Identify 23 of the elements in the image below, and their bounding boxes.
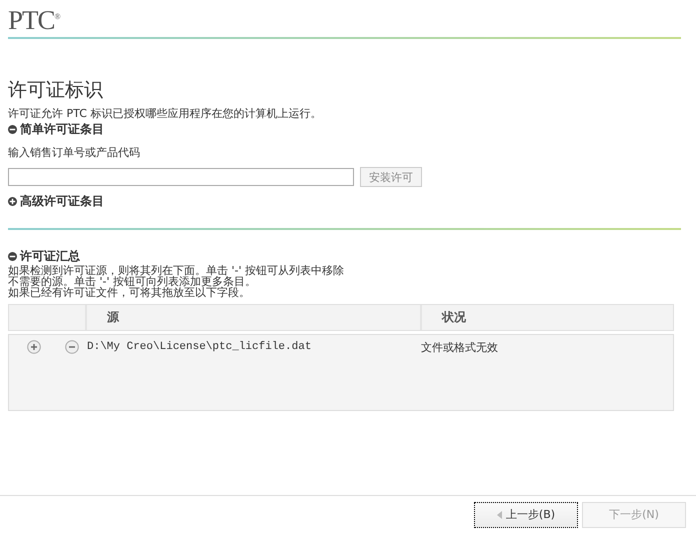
field-label: 输入销售订单号或产品代码: [8, 146, 141, 160]
collapse-icon[interactable]: [8, 125, 17, 134]
remove-icon[interactable]: [65, 340, 79, 354]
left-arrow-icon: [496, 510, 502, 518]
order-number-field[interactable]: [8, 168, 354, 186]
logo: PTC$^{®}$: [8, 4, 62, 33]
section-title: 简单许可证条目: [20, 121, 104, 138]
table-cell-text: 文件或格式无效: [421, 340, 499, 354]
intro-text: 许可证允许 PTC 标识已授权哪些应用程序在您的计算机上运行。: [8, 107, 322, 121]
install-button[interactable]: 安装许可: [360, 167, 422, 187]
column-header: 源: [85, 305, 420, 330]
description-text: 如果检测到许可证源，则将其列在下面。单击 '-' 按钮可从列表中移除: [8, 265, 346, 276]
add-icon[interactable]: [27, 340, 41, 354]
description-text: 如果已经有许可证文件，可将其拖放至以下字段。: [8, 287, 251, 298]
section-title: 许可证汇总: [20, 248, 80, 265]
description-text: 不需要的源。单击 '-' 按钮可向列表添加更多条目。: [8, 276, 256, 287]
column-header: 状况: [420, 305, 675, 330]
collapse-icon[interactable]: [8, 252, 17, 261]
page-title: 许可证标识: [8, 78, 104, 103]
back-button[interactable]: 上一步(B): [474, 502, 578, 528]
section-title: 高级许可证条目: [20, 193, 104, 210]
table-cell-text: D:\My Creo\License\ptc_licfile.dat: [87, 341, 312, 353]
expand-icon[interactable]: [8, 197, 17, 206]
